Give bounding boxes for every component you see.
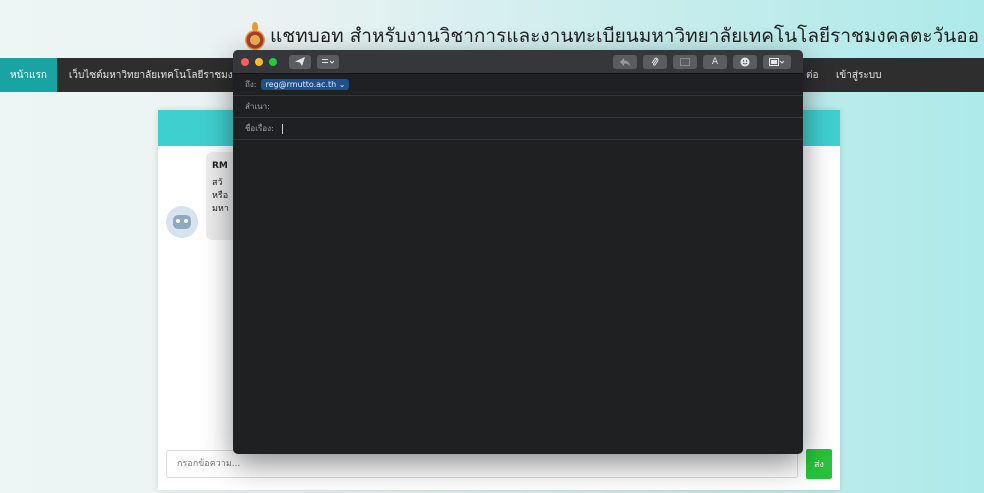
to-label: ถึง: [245,80,257,89]
emoji-button[interactable] [733,55,757,69]
mail-toolbar: A [233,50,803,74]
photo-browser-button[interactable] [763,55,791,69]
maximize-window-button[interactable] [269,57,277,66]
site-header: แชทบอท สำหรับงานวิชาการและงานทะเบียนมหาว… [244,20,979,52]
chevron-down-icon: ⌄ [338,80,346,89]
send-button[interactable]: ส่ง [806,449,832,479]
text-caret [281,123,283,134]
subject-field[interactable]: ชื่อเรื่อง: [233,118,803,140]
cc-field[interactable]: สำเนา: [233,96,803,118]
mail-body-editor[interactable] [233,140,803,454]
emoji-icon [740,57,750,67]
nav-login[interactable]: เข้าสู่ระบบ [836,58,881,92]
chat-message-input[interactable] [166,450,798,478]
mail-compose-window: A ถึง: reg@rmutto.ac.th ⌄ สำเนา: ชื่อเรื… [233,50,803,454]
bot-avatar [166,206,198,238]
paper-plane-icon [295,57,305,66]
header-fields-button[interactable] [317,54,339,69]
nav-university-website[interactable]: เว็บไซต์มหาวิทยาลัยเทคโนโลยีราชมงค [57,68,251,83]
university-logo-icon [244,22,266,50]
site-title: แชทบอท สำหรับงานวิชาการและงานทะเบียนมหาว… [270,25,980,47]
minimize-window-button[interactable] [255,57,263,66]
close-window-button[interactable] [241,57,249,66]
send-mail-button[interactable] [289,54,311,69]
nav-home[interactable]: หน้าแรก [0,58,57,92]
nav-contact[interactable]: ต่อ [806,58,819,92]
robot-icon [173,215,191,229]
photo-gallery-chevron-icon [769,58,785,66]
subject-label: ชื่อเรื่อง: [245,124,274,133]
reply-arrow-icon [620,58,630,66]
cc-label: สำเนา: [245,102,270,111]
mail-toolbar-right: A [613,55,797,69]
paperclip-icon [651,57,659,66]
chat-input-row: ส่ง [166,449,832,479]
photo-frame-icon [680,58,690,66]
format-button[interactable]: A [703,55,727,69]
to-field[interactable]: ถึง: reg@rmutto.ac.th ⌄ [233,74,803,96]
window-controls [241,57,277,66]
recipient-address: reg@rmutto.ac.th [265,80,337,89]
reply-button[interactable] [613,55,637,69]
attach-button[interactable] [643,55,667,69]
recipient-token[interactable]: reg@rmutto.ac.th ⌄ [261,79,350,90]
list-chevron-icon [322,58,334,64]
markup-button[interactable] [673,55,697,69]
